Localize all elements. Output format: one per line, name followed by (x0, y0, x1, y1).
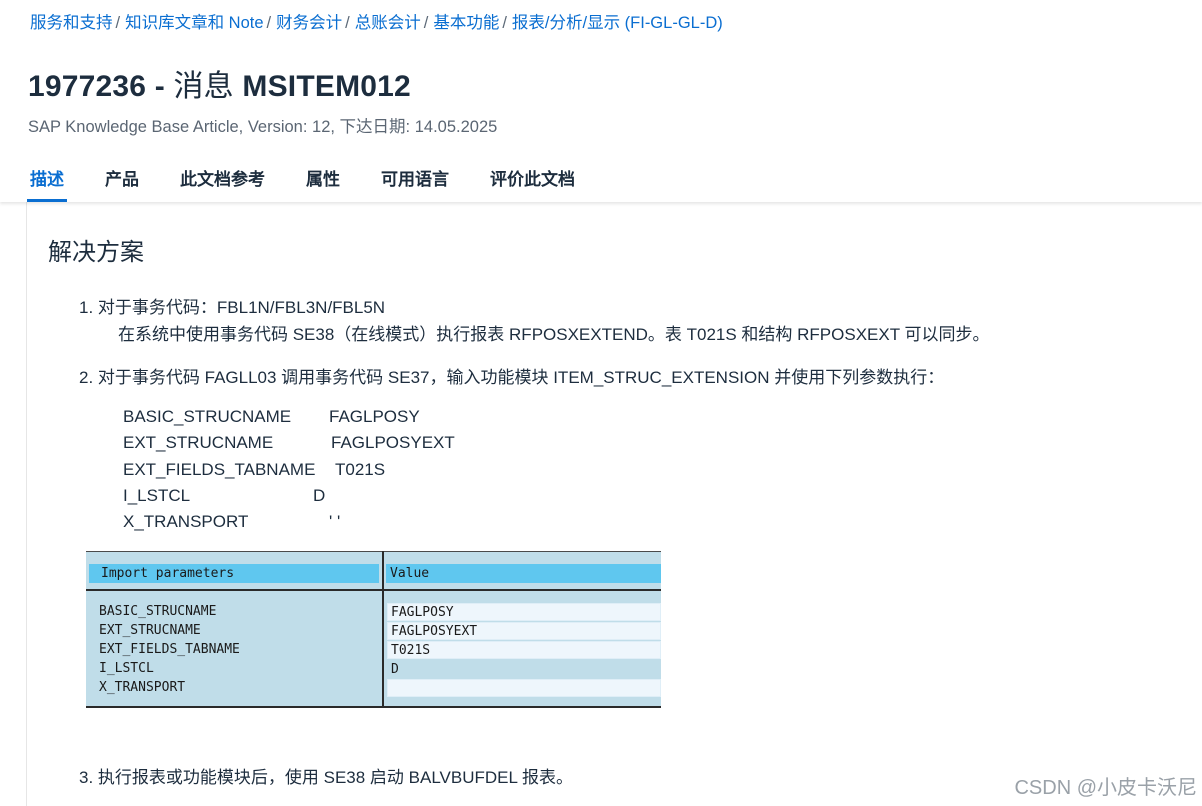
tab-references[interactable]: 此文档参考 (180, 165, 265, 202)
watermark: CSDN @小皮卡沃尼 (1014, 777, 1197, 799)
header-divider (86, 589, 661, 591)
breadcrumb-separator: / (423, 14, 429, 32)
tab-attributes[interactable]: 属性 (306, 165, 340, 202)
table-row-value: FAGLPOSY (387, 603, 661, 621)
breadcrumb-separator: / (115, 14, 121, 32)
breadcrumb-link[interactable]: 知识库文章和 Note (125, 14, 263, 32)
message-code: MSITEM012 (242, 70, 411, 103)
param-name: I_LSTCL (123, 486, 191, 505)
page-header: 服务和支持 / 知识库文章和 Note / 财务会计 / 总账会计 / 基本功能 / 报表/分析/显… (0, 0, 1202, 202)
breadcrumb-link[interactable]: 财务会计 (276, 14, 342, 32)
param-value: T021S (335, 460, 386, 479)
sap-import-parameters-screenshot: Import parameters Value BASIC_STRUCNAME … (86, 551, 661, 708)
page-title: 1977236 - 消息 MSITEM012 (28, 61, 411, 105)
breadcrumb: 服务和支持 / 知识库文章和 Note / 财务会计 / 总账会计 / 基本功能 / 报表/分析/显… (30, 9, 723, 33)
param-value: FAGLPOSYEXT (331, 433, 455, 452)
breadcrumb-separator: / (345, 14, 350, 32)
step-1-detail: 在系统中使用事务代码 SE38（在线模式）执行报表 RFPOSXEXTEND。表… (118, 325, 990, 344)
tab-rate-document[interactable]: 评价此文档 (490, 165, 575, 202)
content-panel: 解决方案 1. 对于事务代码：FBL1N/FBL3N/FBL5N 在系统中使用事… (26, 202, 1202, 806)
breadcrumb-link[interactable]: 总账会计 (355, 14, 421, 32)
param-value: ' ' (329, 512, 341, 531)
table-row-value: D (387, 660, 661, 678)
table-row-value (387, 679, 661, 697)
table-row-name: BASIC_STRUCNAME (99, 604, 217, 619)
step-1: 1. 对于事务代码：FBL1N/FBL3N/FBL5N (79, 298, 386, 317)
param-name: EXT_STRUCNAME (123, 433, 274, 452)
breadcrumb-link[interactable]: 服务和支持 (30, 14, 113, 32)
article-meta: SAP Knowledge Base Article, Version: 12,… (28, 118, 498, 136)
column-header-value: Value (386, 564, 661, 583)
tab-bar: 描述 产品 此文档参考 属性 可用语言 评价此文档 (27, 165, 616, 202)
tab-description[interactable]: 描述 (27, 165, 67, 202)
param-name: EXT_FIELDS_TABNAME (123, 460, 316, 479)
column-divider (382, 551, 384, 708)
note-number: 1977236 (28, 70, 147, 103)
table-row-value: T021S (387, 641, 661, 659)
table-row-name: EXT_STRUCNAME (99, 623, 201, 638)
breadcrumb-separator: / (502, 14, 507, 32)
title-dash: - (146, 70, 174, 103)
step-3: 3. 执行报表或功能模块后，使用 SE38 启动 BALVBUFDEL 报表。 (79, 768, 574, 787)
breadcrumb-link[interactable]: 基本功能 (433, 14, 499, 32)
table-row-name: X_TRANSPORT (99, 680, 186, 695)
breadcrumb-link[interactable]: 报表/分析/显示 (FI-GL-GL-D) (512, 14, 723, 32)
table-border (86, 706, 661, 708)
title-word: 消息 (173, 70, 243, 103)
table-row-value: FAGLPOSYEXT (387, 622, 661, 640)
param-value: FAGLPOSY (329, 407, 420, 426)
param-name: BASIC_STRUCNAME (123, 407, 292, 426)
table-border (86, 551, 661, 552)
section-title: 解决方案 (48, 239, 144, 266)
column-header-import-parameters: Import parameters (89, 564, 379, 583)
breadcrumb-separator: / (266, 14, 272, 32)
table-row-name: I_LSTCL (99, 661, 154, 676)
param-value: D (313, 486, 326, 505)
tab-products[interactable]: 产品 (105, 165, 139, 202)
tab-languages[interactable]: 可用语言 (381, 165, 449, 202)
table-row-name: EXT_FIELDS_TABNAME (99, 642, 240, 657)
param-name: X_TRANSPORT (123, 512, 249, 531)
step-2: 2. 对于事务代码 FAGLL03 调用事务代码 SE37，输入功能模块 ITE… (79, 368, 945, 387)
